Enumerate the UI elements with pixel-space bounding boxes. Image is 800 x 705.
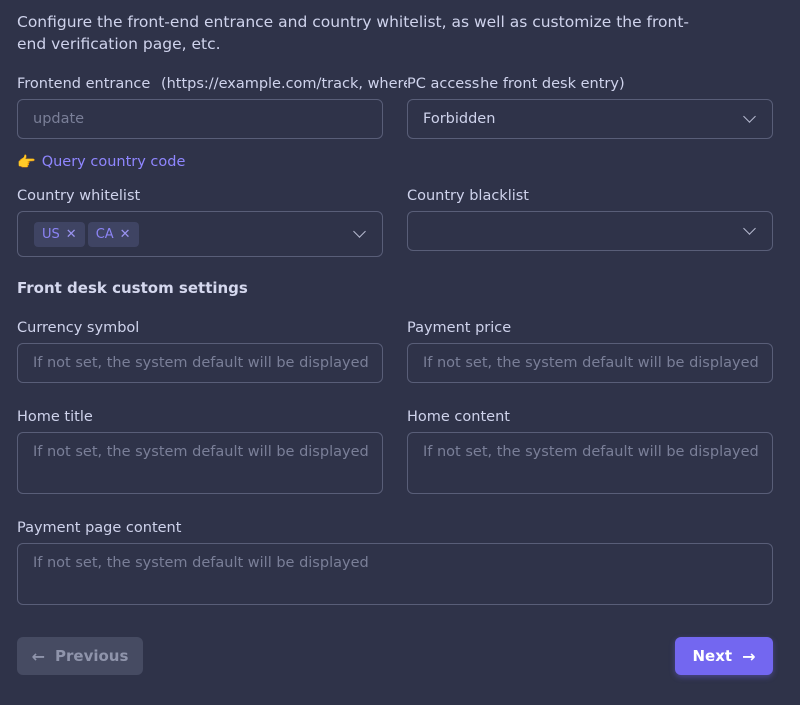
frontend-entrance-label: Frontend entrance (https://example.com/t…	[17, 76, 625, 92]
home-content-placeholder: If not set, the system default will be d…	[423, 444, 759, 460]
pc-setting-label: PC access	[407, 76, 482, 92]
home-content-label: Home content	[407, 409, 510, 425]
payment-page-content-label: Payment page content	[17, 520, 182, 536]
currency-symbol-placeholder: If not set, the system default will be d…	[33, 355, 369, 371]
next-label: Next	[692, 647, 733, 665]
country-blacklist-select[interactable]	[407, 211, 773, 251]
frontend-entrance-placeholder: update	[33, 111, 85, 127]
chevron-down-icon	[743, 222, 756, 235]
payment-page-content-placeholder: If not set, the system default will be d…	[33, 555, 369, 571]
pointing-hand-icon: 👉	[17, 153, 36, 171]
country-whitelist-label: Country whitelist	[17, 188, 141, 204]
whitelist-tag-us: US ✕	[34, 221, 85, 247]
section-title: Front desk custom settings	[17, 279, 248, 297]
close-icon[interactable]: ✕	[120, 227, 131, 242]
chevron-down-icon	[353, 225, 366, 238]
arrow-right-icon: →	[742, 646, 756, 666]
payment-page-content-textarea[interactable]: If not set, the system default will be d…	[17, 543, 773, 605]
query-country-code-link[interactable]: 👉 Query country code	[17, 153, 185, 171]
intro-text: Configure the front-end entrance and cou…	[17, 13, 690, 53]
tag-label: US	[42, 226, 60, 242]
whitelist-tag-ca: CA ✕	[87, 221, 139, 247]
frontend-entrance-label-text: Frontend entrance	[17, 76, 151, 92]
tag-label: CA	[95, 226, 114, 242]
home-content-textarea[interactable]: If not set, the system default will be d…	[407, 432, 773, 494]
close-icon[interactable]: ✕	[66, 227, 77, 242]
country-blacklist-label: Country blacklist	[407, 188, 529, 204]
payment-price-label: Payment price	[407, 320, 512, 336]
payment-price-placeholder: If not set, the system default will be d…	[423, 355, 759, 371]
country-whitelist-select[interactable]: US ✕ CA ✕	[17, 211, 383, 257]
next-button[interactable]: Next →	[675, 637, 773, 675]
step-form: Configure the front-end entrance and cou…	[0, 0, 800, 705]
previous-button[interactable]: ← Previous	[17, 637, 143, 675]
arrow-left-icon: ←	[31, 646, 45, 666]
frontend-entrance-hint: (https://example.com/track, where track …	[160, 76, 625, 92]
home-title-textarea[interactable]: If not set, the system default will be d…	[17, 432, 383, 494]
query-country-code-label: Query country code	[41, 154, 186, 170]
currency-symbol-input[interactable]: If not set, the system default will be d…	[17, 343, 383, 383]
frontend-entrance-input[interactable]: update	[17, 99, 383, 139]
previous-label: Previous	[55, 647, 129, 665]
home-title-placeholder: If not set, the system default will be d…	[33, 444, 369, 460]
chevron-down-icon	[743, 110, 756, 123]
pc-setting-select[interactable]: Forbidden	[407, 99, 773, 139]
pc-setting-value: Forbidden	[423, 111, 496, 127]
payment-price-input[interactable]: If not set, the system default will be d…	[407, 343, 773, 383]
currency-symbol-label: Currency symbol	[17, 320, 140, 336]
home-title-label: Home title	[17, 409, 93, 425]
